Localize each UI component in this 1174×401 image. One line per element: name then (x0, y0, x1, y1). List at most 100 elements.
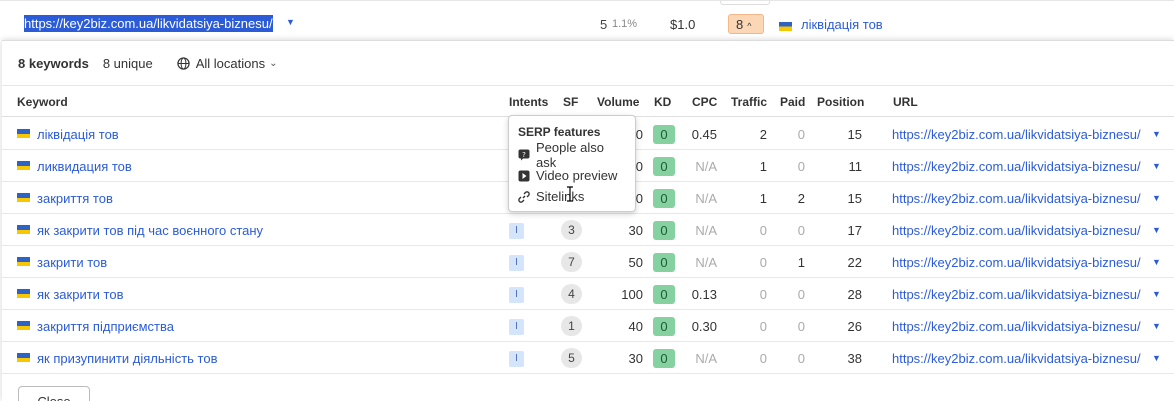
header-cpc[interactable]: CPC (692, 95, 717, 109)
kd-badge: 0 (653, 157, 675, 176)
cpc-value: N/A (695, 255, 717, 270)
traffic-value: 2 (759, 127, 767, 142)
cpc-value: N/A (695, 159, 717, 174)
kd-badge: 0 (653, 317, 675, 336)
ukraine-flag-icon (779, 19, 792, 34)
header-keyword[interactable]: Keyword (17, 95, 68, 109)
header-intents[interactable]: Intents (509, 95, 548, 109)
selected-url-text: https://key2biz.com.ua/likvidatsiya-bizn… (24, 15, 273, 32)
badge-value: 8 (736, 17, 744, 32)
caret-down-icon[interactable]: ▼ (1152, 321, 1161, 331)
position-value: 22 (847, 255, 862, 270)
caret-down-icon[interactable]: ▼ (1152, 161, 1161, 171)
url-link[interactable]: https://key2biz.com.ua/likvidatsiya-bizn… (892, 191, 1141, 206)
caret-down-icon[interactable]: ▼ (1152, 257, 1161, 267)
keyword-link[interactable]: закрити тов (37, 255, 107, 270)
traffic-value: 0 (759, 287, 767, 302)
url-link[interactable]: https://key2biz.com.ua/likvidatsiya-bizn… (892, 223, 1141, 238)
serp-features-count[interactable]: 3 (561, 220, 582, 240)
position-value: 11 (848, 159, 863, 174)
url-link[interactable]: https://key2biz.com.ua/likvidatsiya-bizn… (892, 319, 1141, 334)
serp-features-count[interactable]: 1 (561, 316, 582, 336)
chevron-up-icon: ^ (747, 21, 752, 31)
url-link[interactable]: https://key2biz.com.ua/likvidatsiya-bizn… (892, 159, 1141, 174)
traffic-value: 0 (759, 223, 767, 238)
position-value: 38 (847, 351, 862, 366)
header-kd[interactable]: KD (654, 95, 671, 109)
intent-badge[interactable]: I (509, 223, 524, 239)
tooltip-item-label: People also ask (536, 139, 604, 170)
header-volume[interactable]: Volume (597, 95, 639, 109)
kd-badge: 0 (653, 189, 675, 208)
volume-value: 30 (628, 223, 643, 238)
keywords-count-badge[interactable]: 8 ^ (728, 14, 764, 34)
volume-value: 50 (628, 255, 643, 270)
header-url[interactable]: URL (893, 95, 918, 109)
keyword-link[interactable]: як закрити тов під час воєнного стану (37, 223, 263, 238)
serp-features-count[interactable]: 5 (561, 348, 582, 368)
close-button[interactable]: Close (18, 386, 90, 401)
intent-badge[interactable]: I (509, 351, 524, 367)
ukraine-flag-icon (17, 353, 30, 362)
chevron-down-icon: ⌄ (269, 57, 278, 69)
ukraine-flag-icon (17, 129, 30, 138)
tooltip-item-label: Sitelinks (536, 189, 585, 204)
traffic-value: 1 (759, 191, 767, 206)
keyword-link[interactable]: закриття тов (37, 191, 113, 206)
intent-badge[interactable]: I (509, 319, 524, 335)
caret-down-icon[interactable]: ▼ (1152, 225, 1161, 235)
paid-value: 2 (797, 191, 805, 206)
keyword-link[interactable]: ликвидация тов (37, 159, 132, 174)
keywords-count: 8 keywords (18, 55, 89, 71)
volume-value: 30 (628, 351, 643, 366)
position-value: 28 (847, 287, 862, 302)
caret-down-icon[interactable]: ▼ (1152, 289, 1161, 299)
intent-badge[interactable]: I (509, 287, 524, 303)
tab-stub (720, 1, 770, 5)
parent-url-link[interactable]: https://key2biz.com.ua/likvidatsiya-bizn… (24, 15, 273, 32)
caret-down-icon[interactable]: ▼ (286, 17, 295, 27)
keyword-link[interactable]: закриття підприємства (37, 319, 174, 334)
url-link[interactable]: https://key2biz.com.ua/likvidatsiya-bizn… (892, 255, 1141, 270)
cpc-value: 0.45 (691, 127, 717, 142)
keywords-summary: 8 keywords 8 unique All locations ⌄ (18, 55, 277, 71)
globe-icon (177, 56, 190, 70)
cpc-value: 0.13 (691, 287, 717, 302)
caret-down-icon[interactable]: ▼ (1152, 353, 1161, 363)
parent-top-keyword-link[interactable]: ліквідація тов (801, 17, 883, 32)
serp-features-count[interactable]: 7 (561, 252, 582, 272)
intent-badge[interactable]: I (509, 255, 524, 271)
paid-value: 0 (797, 127, 805, 142)
parent-volume-pct: 1.1% (612, 18, 638, 30)
ukraine-flag-icon (17, 257, 30, 266)
ukraine-flag-icon (17, 289, 30, 298)
kd-badge: 0 (653, 285, 675, 304)
cpc-value: N/A (695, 351, 717, 366)
header-position[interactable]: Position (817, 95, 864, 109)
keyword-link[interactable]: як закрити тов (37, 287, 123, 302)
paid-value: 0 (797, 319, 805, 334)
unique-count: 8 unique (102, 55, 153, 71)
traffic-value: 0 (759, 255, 767, 270)
caret-down-icon[interactable]: ▼ (1152, 129, 1161, 139)
url-link[interactable]: https://key2biz.com.ua/likvidatsiya-bizn… (892, 287, 1141, 302)
keyword-link[interactable]: як призупинити діяльність тов (37, 351, 217, 366)
tooltip-title: SERP features (518, 125, 601, 139)
url-link[interactable]: https://key2biz.com.ua/likvidatsiya-bizn… (892, 127, 1141, 142)
traffic-value: 0 (759, 319, 767, 334)
volume-value: 100 (621, 287, 643, 302)
parent-table-row: https://key2biz.com.ua/likvidatsiya-bizn… (0, 0, 1174, 40)
ukraine-flag-icon (17, 161, 30, 170)
volume-value: 0 (635, 191, 643, 206)
kd-badge: 0 (653, 253, 675, 272)
keyword-link[interactable]: ліквідація тов (37, 127, 119, 142)
position-value: 15 (847, 127, 862, 142)
header-sf[interactable]: SF (563, 95, 578, 109)
url-link[interactable]: https://key2biz.com.ua/likvidatsiya-bizn… (892, 351, 1141, 366)
volume-value: 0 (635, 159, 643, 174)
header-traffic[interactable]: Traffic (731, 95, 767, 109)
serp-features-count[interactable]: 4 (561, 284, 582, 304)
locations-dropdown[interactable]: All locations ⌄ (177, 56, 278, 71)
header-paid[interactable]: Paid (780, 95, 805, 109)
caret-down-icon[interactable]: ▼ (1152, 193, 1161, 203)
